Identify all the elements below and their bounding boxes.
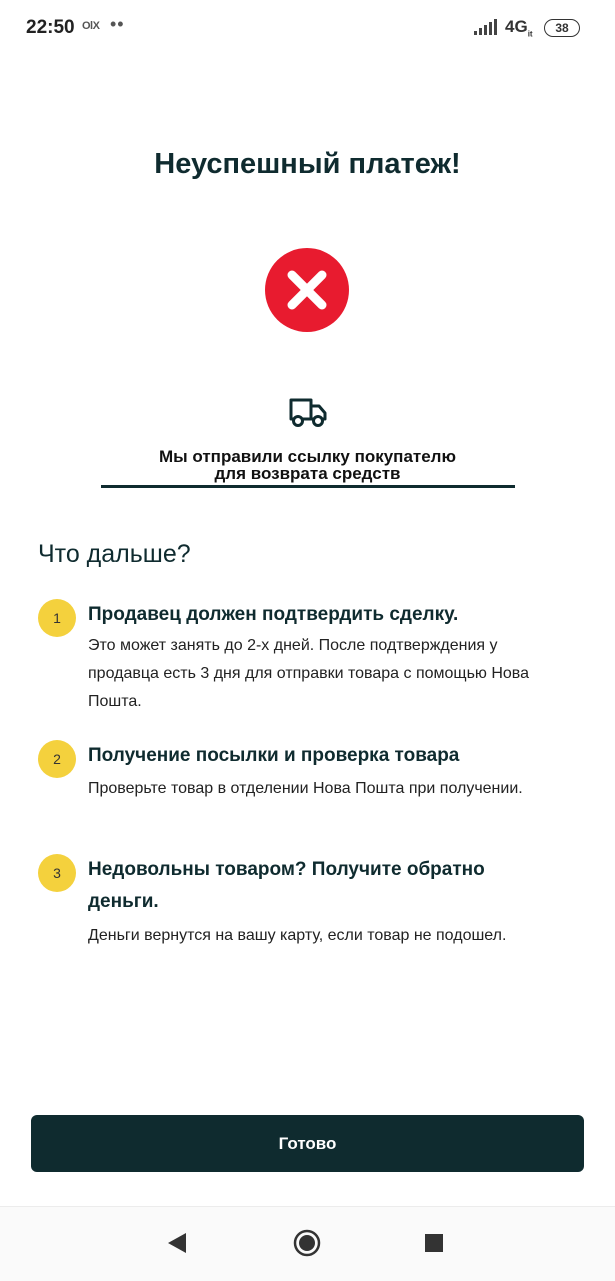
next-steps-heading: Что дальше? — [38, 540, 191, 568]
step-number-badge: 1 — [38, 599, 76, 637]
step-title: Недовольны товаром? Получите обратно ден… — [88, 859, 485, 912]
divider — [101, 485, 515, 488]
status-time: 22:50 — [26, 17, 75, 38]
recent-apps-icon[interactable] — [425, 1234, 443, 1252]
battery-icon: 38 — [544, 19, 580, 37]
step-description: Деньги вернутся на вашу карту, если това… — [88, 927, 507, 944]
step-title: Получение посылки и проверка товара — [88, 745, 460, 766]
olx-notification-icon: OlX — [82, 20, 100, 32]
signal-icon — [474, 19, 497, 35]
refund-notice-line1: Мы отправили ссылку покупателю — [158, 447, 457, 466]
back-icon[interactable] — [168, 1233, 186, 1253]
step-number-badge: 2 — [38, 740, 76, 778]
step-title: Продавец должен подтвердить сделку. — [88, 604, 459, 625]
refund-notice: Мы отправили ссылку покупателю для возвр… — [100, 448, 515, 482]
done-button[interactable]: Готово — [31, 1115, 584, 1172]
more-notifications-icon: •• — [110, 14, 125, 34]
network-type: 4Git — [505, 17, 533, 39]
home-icon[interactable] — [293, 1229, 321, 1257]
step-number-badge: 3 — [38, 854, 76, 892]
status-bar: 22:50 OlX •• 4Git 38 — [0, 0, 615, 56]
truck-icon — [289, 398, 327, 427]
refund-notice-line2: для возврата средств — [214, 464, 401, 483]
page-title: Неуспешный платеж! — [154, 148, 461, 180]
x-circle-icon — [265, 248, 349, 332]
step-description: Это может занять до 2-х дней. После подт… — [88, 637, 530, 710]
system-nav-bar — [0, 1206, 615, 1281]
step-description: Проверьте товар в отделении Нова Пошта п… — [88, 780, 523, 797]
